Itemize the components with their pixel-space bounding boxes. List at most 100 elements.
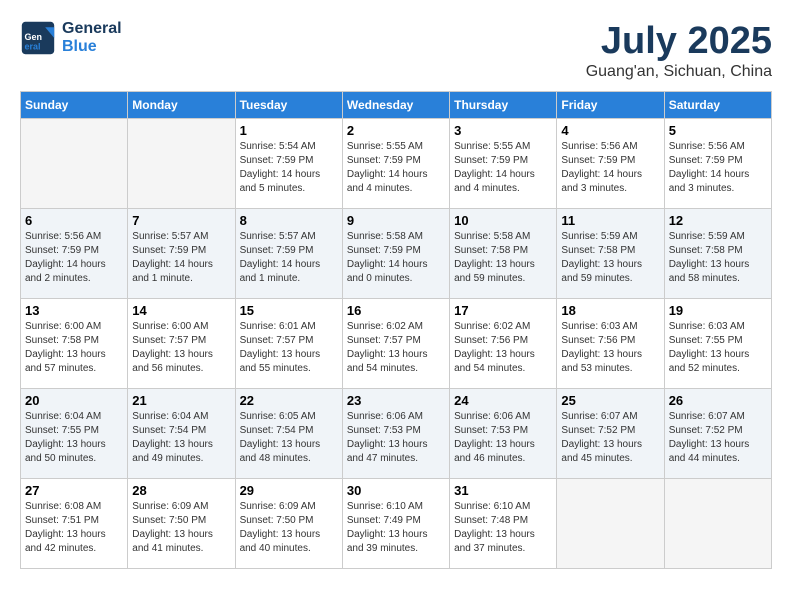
- day-info: Sunrise: 5:57 AM Sunset: 7:59 PM Dayligh…: [132, 230, 230, 286]
- day-of-week-header: Thursday: [450, 92, 557, 119]
- calendar-week-row: 1 Sunrise: 5:54 AM Sunset: 7:59 PM Daylig…: [21, 119, 772, 209]
- day-info: Sunrise: 6:02 AM Sunset: 7:57 PM Dayligh…: [347, 320, 445, 376]
- day-info: Sunrise: 6:03 AM Sunset: 7:55 PM Dayligh…: [669, 320, 767, 376]
- day-info: Sunrise: 6:06 AM Sunset: 7:53 PM Dayligh…: [454, 410, 552, 466]
- day-number: 9: [347, 213, 445, 228]
- calendar-day-cell: 3 Sunrise: 5:55 AM Sunset: 7:59 PM Daylig…: [450, 119, 557, 209]
- day-info: Sunrise: 5:55 AM Sunset: 7:59 PM Dayligh…: [347, 140, 445, 196]
- calendar-day-cell: 5 Sunrise: 5:56 AM Sunset: 7:59 PM Daylig…: [664, 119, 771, 209]
- calendar-day-cell: 16 Sunrise: 6:02 AM Sunset: 7:57 PM Dayli…: [342, 299, 449, 389]
- calendar-day-cell: 14 Sunrise: 6:00 AM Sunset: 7:57 PM Dayli…: [128, 299, 235, 389]
- day-number: 21: [132, 393, 230, 408]
- day-number: 30: [347, 483, 445, 498]
- day-info: Sunrise: 6:04 AM Sunset: 7:54 PM Dayligh…: [132, 410, 230, 466]
- calendar-day-cell: 4 Sunrise: 5:56 AM Sunset: 7:59 PM Daylig…: [557, 119, 664, 209]
- logo-text: General Blue: [62, 20, 122, 56]
- page-header: Gen eral General Blue July 2025 Guang'an…: [20, 20, 772, 81]
- day-info: Sunrise: 6:03 AM Sunset: 7:56 PM Dayligh…: [561, 320, 659, 376]
- calendar-day-cell: 12 Sunrise: 5:59 AM Sunset: 7:58 PM Dayli…: [664, 209, 771, 299]
- calendar-day-cell: 29 Sunrise: 6:09 AM Sunset: 7:50 PM Dayli…: [235, 479, 342, 569]
- day-info: Sunrise: 5:58 AM Sunset: 7:59 PM Dayligh…: [347, 230, 445, 286]
- day-number: 4: [561, 123, 659, 138]
- calendar-week-row: 13Sunrise: 6:00 AM Sunset: 7:58 PM Dayli…: [21, 299, 772, 389]
- calendar-week-row: 20 Sunrise: 6:04 AM Sunset: 7:55 PM Dayli…: [21, 389, 772, 479]
- day-info: Sunrise: 6:10 AM Sunset: 7:49 PM Dayligh…: [347, 500, 445, 556]
- day-number: 29: [240, 483, 338, 498]
- day-info: Sunrise: 5:59 AM Sunset: 7:58 PM Dayligh…: [669, 230, 767, 286]
- calendar-day-cell: [664, 479, 771, 569]
- svg-text:Gen: Gen: [25, 32, 43, 42]
- calendar-day-cell: 13Sunrise: 6:00 AM Sunset: 7:58 PM Dayli…: [21, 299, 128, 389]
- day-of-week-header: Wednesday: [342, 92, 449, 119]
- day-number: 12: [669, 213, 767, 228]
- logo: Gen eral General Blue: [20, 20, 122, 56]
- calendar-day-cell: 11 Sunrise: 5:59 AM Sunset: 7:58 PM Dayli…: [557, 209, 664, 299]
- day-info: Sunrise: 6:07 AM Sunset: 7:52 PM Dayligh…: [561, 410, 659, 466]
- calendar-day-cell: 8Sunrise: 5:57 AM Sunset: 7:59 PM Daylig…: [235, 209, 342, 299]
- day-info: Sunrise: 6:04 AM Sunset: 7:55 PM Dayligh…: [25, 410, 123, 466]
- calendar-table: SundayMondayTuesdayWednesdayThursdayFrid…: [20, 91, 772, 569]
- calendar-day-cell: 19 Sunrise: 6:03 AM Sunset: 7:55 PM Dayli…: [664, 299, 771, 389]
- day-info: Sunrise: 6:10 AM Sunset: 7:48 PM Dayligh…: [454, 500, 552, 556]
- day-info: Sunrise: 6:00 AM Sunset: 7:57 PM Dayligh…: [132, 320, 230, 376]
- calendar-day-cell: 2 Sunrise: 5:55 AM Sunset: 7:59 PM Daylig…: [342, 119, 449, 209]
- day-info: Sunrise: 6:02 AM Sunset: 7:56 PM Dayligh…: [454, 320, 552, 376]
- day-number: 18: [561, 303, 659, 318]
- calendar-day-cell: 6Sunrise: 5:56 AM Sunset: 7:59 PM Daylig…: [21, 209, 128, 299]
- day-number: 14: [132, 303, 230, 318]
- day-number: 5: [669, 123, 767, 138]
- day-number: 19: [669, 303, 767, 318]
- calendar-day-cell: 20 Sunrise: 6:04 AM Sunset: 7:55 PM Dayli…: [21, 389, 128, 479]
- day-number: 22: [240, 393, 338, 408]
- day-number: 15: [240, 303, 338, 318]
- calendar-day-cell: [21, 119, 128, 209]
- day-number: 7: [132, 213, 230, 228]
- day-number: 6: [25, 213, 123, 228]
- calendar-day-cell: 10Sunrise: 5:58 AM Sunset: 7:58 PM Dayli…: [450, 209, 557, 299]
- day-info: Sunrise: 5:56 AM Sunset: 7:59 PM Dayligh…: [669, 140, 767, 196]
- day-info: Sunrise: 6:09 AM Sunset: 7:50 PM Dayligh…: [240, 500, 338, 556]
- title-block: July 2025 Guang'an, Sichuan, China: [586, 20, 772, 81]
- calendar-day-cell: [557, 479, 664, 569]
- day-number: 11: [561, 213, 659, 228]
- day-number: 3: [454, 123, 552, 138]
- calendar-day-cell: 9 Sunrise: 5:58 AM Sunset: 7:59 PM Daylig…: [342, 209, 449, 299]
- day-number: 26: [669, 393, 767, 408]
- day-number: 20: [25, 393, 123, 408]
- calendar-day-cell: 26 Sunrise: 6:07 AM Sunset: 7:52 PM Dayli…: [664, 389, 771, 479]
- calendar-day-cell: 18 Sunrise: 6:03 AM Sunset: 7:56 PM Dayli…: [557, 299, 664, 389]
- day-number: 2: [347, 123, 445, 138]
- day-info: Sunrise: 5:55 AM Sunset: 7:59 PM Dayligh…: [454, 140, 552, 196]
- calendar-day-cell: 7 Sunrise: 5:57 AM Sunset: 7:59 PM Daylig…: [128, 209, 235, 299]
- day-of-week-header: Friday: [557, 92, 664, 119]
- day-info: Sunrise: 6:00 AM Sunset: 7:58 PM Dayligh…: [25, 320, 123, 376]
- day-info: Sunrise: 5:54 AM Sunset: 7:59 PM Dayligh…: [240, 140, 338, 196]
- calendar-day-cell: 21 Sunrise: 6:04 AM Sunset: 7:54 PM Dayli…: [128, 389, 235, 479]
- calendar-day-cell: [128, 119, 235, 209]
- calendar-day-cell: 30 Sunrise: 6:10 AM Sunset: 7:49 PM Dayli…: [342, 479, 449, 569]
- day-info: Sunrise: 6:07 AM Sunset: 7:52 PM Dayligh…: [669, 410, 767, 466]
- calendar-day-cell: 1 Sunrise: 5:54 AM Sunset: 7:59 PM Daylig…: [235, 119, 342, 209]
- location: Guang'an, Sichuan, China: [586, 63, 772, 81]
- day-info: Sunrise: 5:56 AM Sunset: 7:59 PM Dayligh…: [561, 140, 659, 196]
- calendar-week-row: 6Sunrise: 5:56 AM Sunset: 7:59 PM Daylig…: [21, 209, 772, 299]
- day-number: 24: [454, 393, 552, 408]
- month-title: July 2025: [586, 20, 772, 63]
- day-number: 16: [347, 303, 445, 318]
- day-of-week-header: Sunday: [21, 92, 128, 119]
- calendar-day-cell: 24 Sunrise: 6:06 AM Sunset: 7:53 PM Dayli…: [450, 389, 557, 479]
- day-info: Sunrise: 6:05 AM Sunset: 7:54 PM Dayligh…: [240, 410, 338, 466]
- calendar-day-cell: 25Sunrise: 6:07 AM Sunset: 7:52 PM Dayli…: [557, 389, 664, 479]
- day-number: 31: [454, 483, 552, 498]
- day-of-week-header: Saturday: [664, 92, 771, 119]
- day-of-week-header: Monday: [128, 92, 235, 119]
- calendar-day-cell: 17Sunrise: 6:02 AM Sunset: 7:56 PM Dayli…: [450, 299, 557, 389]
- calendar-day-cell: 28Sunrise: 6:09 AM Sunset: 7:50 PM Dayli…: [128, 479, 235, 569]
- day-number: 1: [240, 123, 338, 138]
- day-number: 10: [454, 213, 552, 228]
- logo-icon: Gen eral: [20, 20, 56, 56]
- svg-text:eral: eral: [25, 42, 41, 52]
- calendar-week-row: 27Sunrise: 6:08 AM Sunset: 7:51 PM Dayli…: [21, 479, 772, 569]
- day-info: Sunrise: 5:59 AM Sunset: 7:58 PM Dayligh…: [561, 230, 659, 286]
- day-of-week-header: Tuesday: [235, 92, 342, 119]
